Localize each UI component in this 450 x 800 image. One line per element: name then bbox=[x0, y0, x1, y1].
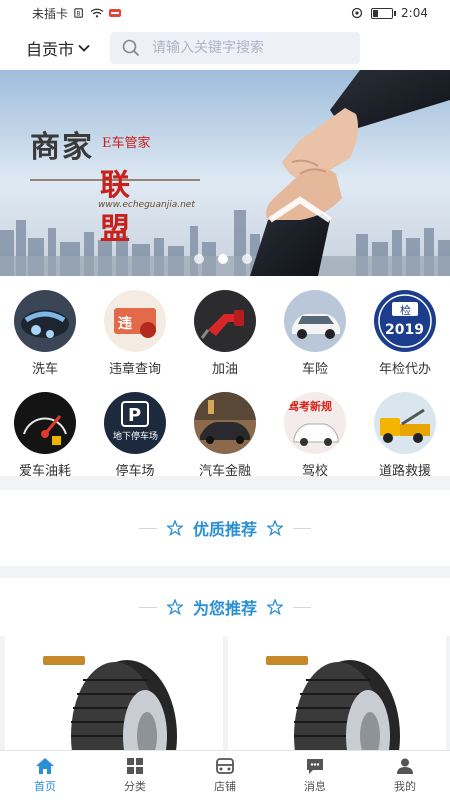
bottom-tab-bar: 首页 分类 店铺 消息 我的 bbox=[0, 750, 450, 800]
tire-image bbox=[71, 660, 177, 750]
service-fuel[interactable]: 加油 bbox=[180, 290, 270, 377]
driving-school-icon: 驾考新规 bbox=[284, 392, 346, 454]
city-label: 自贡市 bbox=[26, 40, 75, 59]
carousel-dot-active[interactable] bbox=[218, 254, 228, 264]
service-driving-school[interactable]: 驾考新规 驾校 bbox=[270, 392, 360, 479]
product-list bbox=[0, 636, 450, 750]
section-quality-recommend: 优质推荐 bbox=[0, 490, 450, 566]
service-violation-query[interactable]: 违 违章查询 bbox=[90, 290, 180, 377]
service-label: 年检代办 bbox=[378, 362, 431, 377]
city-selector[interactable]: 自贡市 bbox=[26, 36, 90, 60]
product-card[interactable] bbox=[228, 636, 446, 750]
brand-text-echeguanjia: E车管家 bbox=[102, 136, 151, 151]
car-insurance-icon bbox=[284, 290, 346, 352]
star-icon bbox=[166, 520, 183, 536]
brand-url: www.echeguanjia.net bbox=[98, 200, 195, 210]
parking-icon: P 地下停车场 bbox=[104, 392, 166, 454]
tab-home[interactable]: 首页 bbox=[0, 751, 90, 800]
brand-text-shangjia: 商家 bbox=[30, 130, 94, 165]
fuel-nozzle-icon bbox=[194, 290, 256, 352]
service-fuel-consumption[interactable]: 爱车油耗 bbox=[0, 392, 90, 479]
banner-image bbox=[0, 70, 450, 276]
home-icon bbox=[36, 758, 54, 774]
tab-messages[interactable]: 消息 bbox=[270, 751, 360, 800]
carousel-dot[interactable] bbox=[242, 254, 252, 264]
service-road-rescue[interactable]: 道路救援 bbox=[360, 392, 450, 479]
star-icon bbox=[267, 599, 283, 615]
search-box[interactable] bbox=[110, 32, 361, 64]
service-label: 汽车金融 bbox=[198, 464, 251, 479]
star-icon bbox=[166, 599, 183, 615]
service-parking[interactable]: P 地下停车场 停车场 bbox=[90, 392, 180, 479]
header: 自贡市 bbox=[0, 26, 450, 70]
service-label: 违章查询 bbox=[108, 362, 161, 377]
section-title-for-you: 为您推荐 bbox=[192, 599, 257, 618]
car-finance-icon bbox=[194, 392, 256, 454]
search-icon bbox=[122, 39, 140, 57]
service-grid: 洗车 违 违章查询 加油 车险 检 2019 年检代办 爱车油耗 P 地下停车场 bbox=[0, 276, 450, 479]
banner-brand: 商家 E车管家 联盟 www.echeguanjia.net bbox=[30, 122, 195, 247]
service-label: 车险 bbox=[301, 362, 328, 377]
tab-label: 店铺 bbox=[214, 780, 236, 793]
parking-letter: P bbox=[128, 405, 141, 426]
wifi-icon bbox=[90, 8, 104, 18]
fuel-gauge-icon bbox=[14, 392, 76, 454]
divider bbox=[293, 527, 311, 529]
star-icon bbox=[267, 520, 283, 536]
divider bbox=[293, 606, 311, 608]
tab-category[interactable]: 分类 bbox=[90, 751, 180, 800]
svg-text:B: B bbox=[77, 12, 81, 18]
app-notification-icon bbox=[109, 9, 122, 17]
service-annual-inspection[interactable]: 检 2019 年检代办 bbox=[360, 290, 450, 377]
battery-icon bbox=[371, 7, 397, 19]
carrier-text: 未插卡 bbox=[32, 6, 69, 21]
parking-text: 地下停车场 bbox=[113, 430, 158, 442]
service-label: 洗车 bbox=[31, 362, 58, 377]
service-car-finance[interactable]: 汽车金融 bbox=[180, 392, 270, 479]
service-car-wash[interactable]: 洗车 bbox=[0, 290, 90, 377]
divider bbox=[138, 527, 157, 529]
section-for-you: 为您推荐 bbox=[0, 578, 450, 636]
service-label: 加油 bbox=[211, 362, 238, 377]
service-car-insurance[interactable]: 车险 bbox=[270, 290, 360, 377]
tire-image bbox=[294, 660, 400, 750]
grid-icon bbox=[127, 758, 143, 774]
tab-profile[interactable]: 我的 bbox=[360, 751, 450, 800]
service-label: 驾校 bbox=[301, 464, 328, 479]
car-wash-icon bbox=[14, 290, 76, 352]
tab-label: 首页 bbox=[34, 780, 56, 793]
user-icon bbox=[397, 758, 413, 774]
search-input[interactable] bbox=[152, 40, 353, 56]
tow-truck-icon bbox=[374, 392, 436, 454]
violation-icon: 违 bbox=[104, 290, 166, 352]
tab-label: 消息 bbox=[304, 780, 326, 793]
tab-label: 我的 bbox=[394, 780, 416, 793]
product-card[interactable] bbox=[5, 636, 223, 750]
driving-school-text: 驾考新规 bbox=[287, 399, 332, 413]
tab-label: 分类 bbox=[124, 780, 146, 793]
shop-icon bbox=[216, 758, 234, 774]
service-label: 停车场 bbox=[115, 464, 155, 479]
divider bbox=[138, 606, 157, 608]
section-title-quality: 优质推荐 bbox=[192, 520, 257, 539]
status-bar: 未插卡 B 2:04 bbox=[0, 0, 450, 26]
service-label: 爱车油耗 bbox=[18, 464, 71, 479]
status-time: 2:04 bbox=[401, 6, 428, 20]
svg-text:违: 违 bbox=[118, 315, 132, 332]
carousel-dot[interactable] bbox=[194, 254, 204, 264]
inspection-word: 检 bbox=[400, 303, 411, 317]
message-icon bbox=[307, 759, 323, 774]
service-label: 道路救援 bbox=[378, 464, 431, 479]
tab-shop[interactable]: 店铺 bbox=[180, 751, 270, 800]
sim-icon: B bbox=[74, 8, 83, 18]
chevron-down-icon bbox=[78, 44, 90, 52]
inspection-year: 2019 bbox=[385, 322, 424, 338]
location-icon bbox=[351, 7, 363, 19]
banner-carousel[interactable]: 商家 E车管家 联盟 www.echeguanjia.net bbox=[0, 70, 450, 276]
carousel-indicators[interactable] bbox=[194, 254, 252, 264]
annual-inspection-icon: 检 2019 bbox=[374, 290, 436, 352]
